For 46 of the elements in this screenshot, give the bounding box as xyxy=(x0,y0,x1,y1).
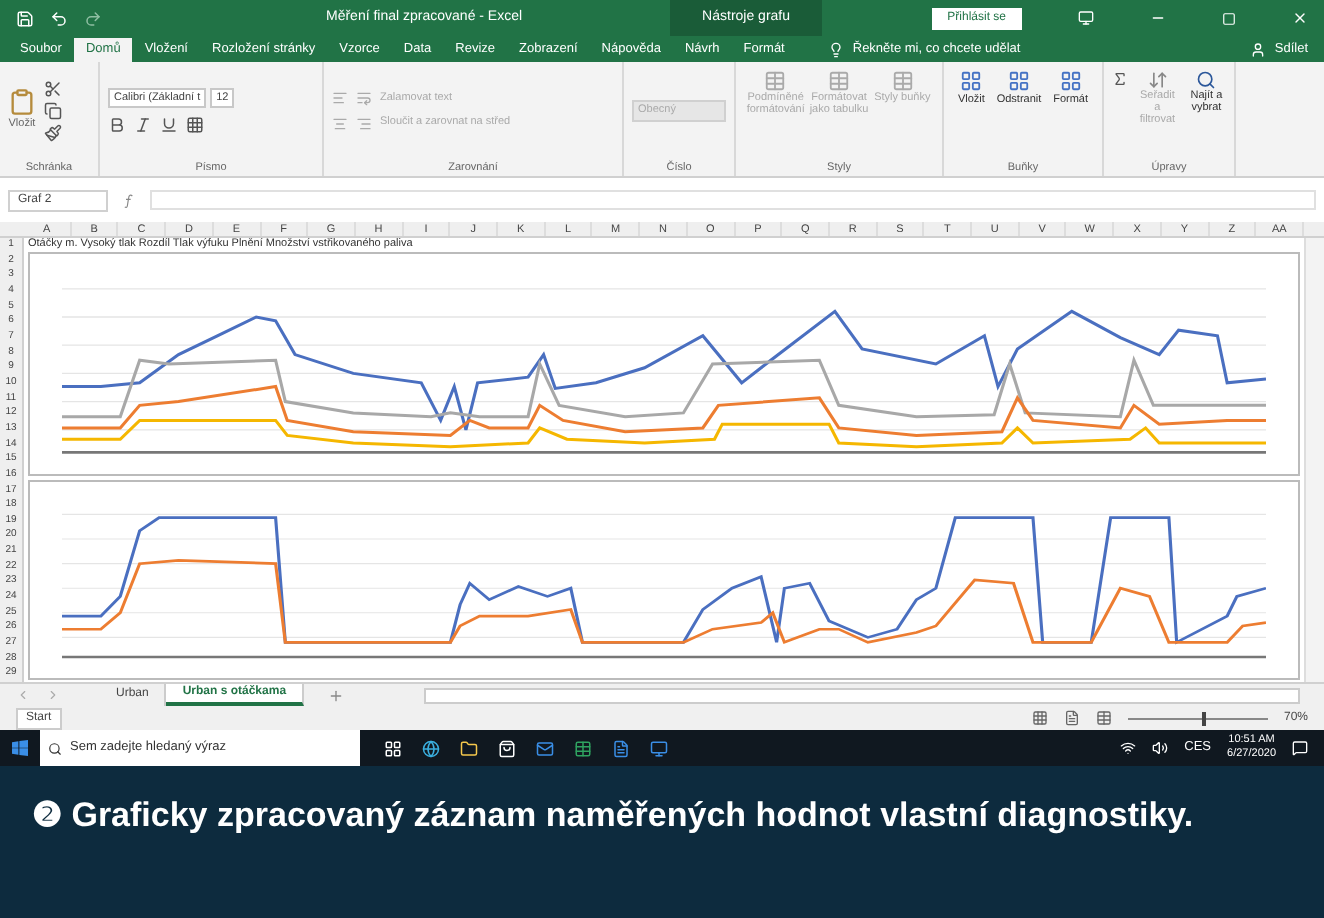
normal-view-icon[interactable] xyxy=(1031,710,1048,726)
cells-icon[interactable] xyxy=(1007,70,1030,92)
redo-icon[interactable] xyxy=(84,9,102,27)
bold-icon[interactable] xyxy=(108,116,126,134)
page-layout-icon[interactable] xyxy=(1063,710,1080,726)
network-icon[interactable] xyxy=(1120,740,1137,756)
borders-icon[interactable] xyxy=(186,116,204,134)
format-painter-icon[interactable] xyxy=(44,123,62,142)
ribbon-display-icon[interactable] xyxy=(1078,10,1094,26)
mail-icon[interactable] xyxy=(536,739,554,757)
horizontal-scrollbar[interactable] xyxy=(424,687,1300,703)
paste-icon[interactable] xyxy=(8,88,36,117)
maximize-icon[interactable] xyxy=(1222,11,1236,25)
search-icon xyxy=(48,741,62,755)
start-icon[interactable] xyxy=(12,740,28,756)
copy-icon[interactable] xyxy=(44,101,62,120)
underline-icon[interactable] xyxy=(160,116,178,134)
folder-icon[interactable] xyxy=(460,739,478,757)
sort-filter-icon[interactable] xyxy=(1147,70,1168,90)
cut-icon[interactable] xyxy=(44,79,62,98)
notifications-icon[interactable] xyxy=(1292,740,1308,756)
browser-icon[interactable] xyxy=(422,739,440,757)
spreadsheet-app-icon[interactable] xyxy=(574,739,592,757)
figure-caption: ❷ Graficky zpracovaný záznam naměřených hodnot vlastní diagnostiky. xyxy=(32,794,1196,838)
vertical-scrollbar[interactable] xyxy=(1304,238,1324,682)
lightbulb-icon[interactable] xyxy=(828,42,845,58)
close-icon[interactable] xyxy=(1292,10,1308,26)
save-icon[interactable] xyxy=(16,9,34,27)
search-icon[interactable] xyxy=(1196,70,1217,90)
volume-icon[interactable] xyxy=(1152,740,1169,756)
autosum-icon[interactable] xyxy=(1112,70,1129,88)
undo-icon[interactable] xyxy=(50,9,68,27)
page-break-icon[interactable] xyxy=(1095,710,1112,726)
cells-icon[interactable] xyxy=(1059,70,1082,92)
formula-field[interactable] xyxy=(150,190,1316,210)
function-icon[interactable] xyxy=(124,193,134,207)
store-icon[interactable] xyxy=(498,739,516,757)
italic-icon[interactable] xyxy=(134,116,152,134)
cells-icon[interactable] xyxy=(960,70,983,92)
desktop-app-icon[interactable] xyxy=(650,739,668,757)
zoom-slider-thumb[interactable] xyxy=(1202,711,1207,725)
share-icon[interactable] xyxy=(1250,42,1267,58)
chart-panel[interactable] xyxy=(28,252,1300,476)
task-view-icon[interactable] xyxy=(384,739,402,757)
chart-panel[interactable] xyxy=(28,480,1300,680)
document-app-icon[interactable] xyxy=(612,739,630,757)
